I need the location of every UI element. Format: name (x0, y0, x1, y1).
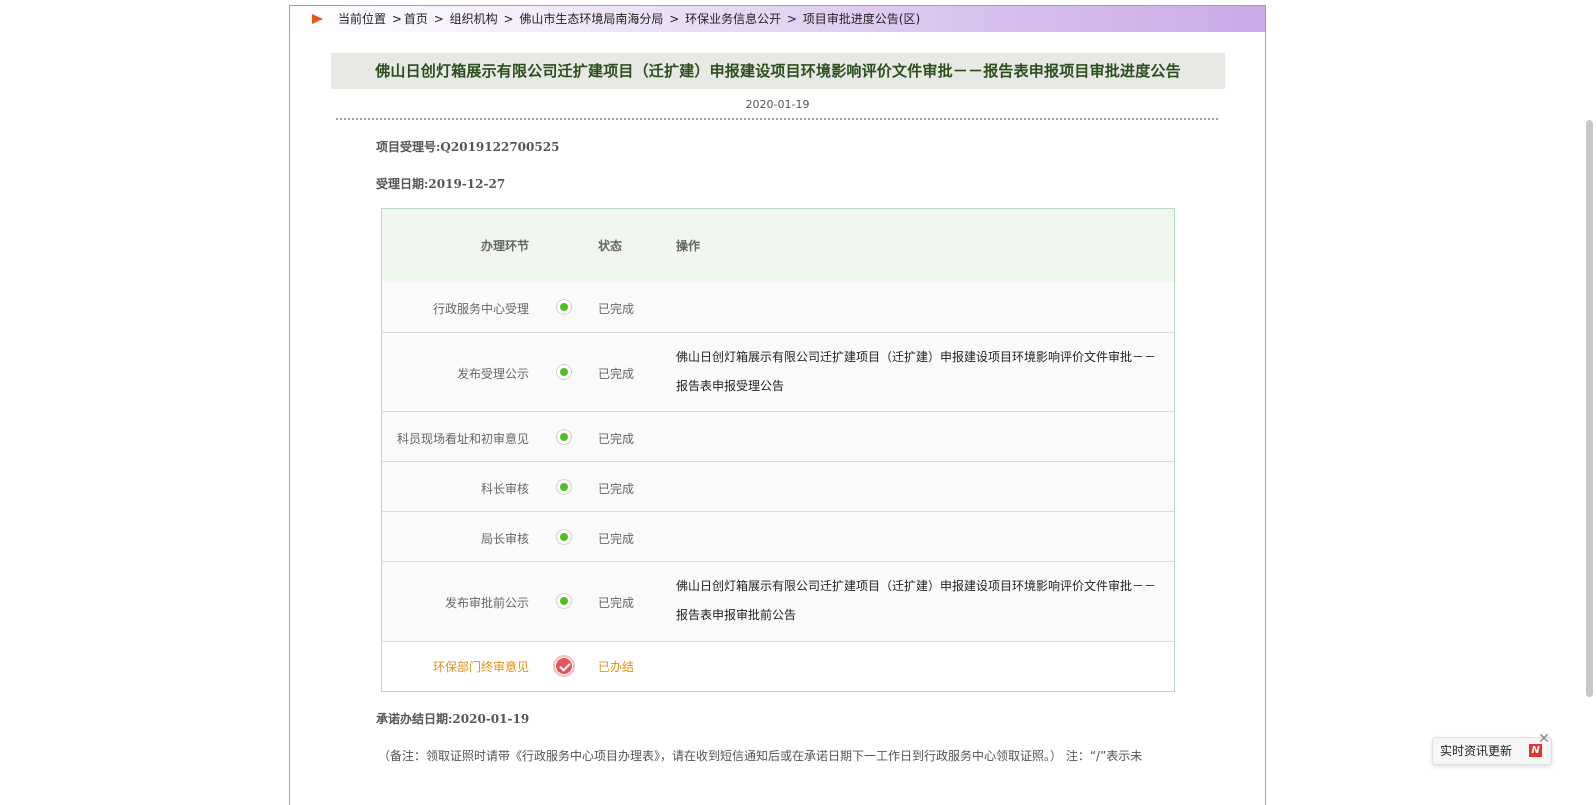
breadcrumb: 当前位置 > 首页 > 组织机构 > 佛山市生态环境局南海分局 > 环保业务信息公… (290, 6, 1265, 32)
table-row: 局长审核 已完成 (382, 512, 1174, 562)
breadcrumb-item-org[interactable]: 组织机构 (450, 12, 498, 26)
row-operation-link[interactable]: 佛山日创灯箱展示有限公司迁扩建项目（迁扩建）申报建设项目环境影响评价文件审批－－… (676, 572, 1166, 630)
table-row: 环保部门终审意见 已办结 (382, 642, 1174, 691)
table-row: 发布受理公示 已完成 佛山日创灯箱展示有限公司迁扩建项目（迁扩建）申报建设项目环… (382, 333, 1174, 412)
row-step: 发布受理公示 (456, 367, 529, 381)
table-row: 行政服务中心受理 已完成 (382, 282, 1174, 333)
row-status: 已完成 (598, 532, 635, 546)
divider (336, 118, 1218, 120)
header-operation: 操作 (676, 239, 701, 253)
step-complete-icon (556, 529, 572, 545)
row-step: 发布审批前公示 (444, 596, 529, 610)
step-complete-icon (556, 593, 572, 609)
header-step: 办理环节 (481, 239, 530, 253)
table-row: 发布审批前公示 已完成 佛山日创灯箱展示有限公司迁扩建项目（迁扩建）申报建设项目… (382, 562, 1174, 642)
row-status: 已完成 (598, 302, 635, 316)
table-row: 科员现场看址和初审意见 已完成 (382, 412, 1174, 462)
row-step: 科长审核 (480, 482, 529, 496)
step-complete-icon (556, 364, 572, 380)
row-status: 已完成 (598, 367, 635, 381)
row-status: 已完成 (598, 432, 635, 446)
commit-date: 承诺办结日期:2020-01-19 (376, 712, 530, 726)
table-row: 科长审核 已完成 (382, 462, 1174, 512)
row-status: 已办结 (598, 660, 635, 674)
table-header: 办理环节 状态 操作 (382, 209, 1174, 283)
footnote: （备注：领取证照时请带《行政服务中心项目办理表》，请在收到短信通知后或在承诺日期… (378, 749, 1143, 763)
breadcrumb-item-progress[interactable]: 项目审批进度公告(区) (803, 12, 920, 26)
row-step: 局长审核 (480, 532, 529, 546)
row-step: 行政服务中心受理 (432, 302, 529, 316)
location-arrow-icon (312, 14, 323, 24)
breadcrumb-item-home[interactable]: 首页 (404, 12, 428, 26)
row-status: 已完成 (598, 482, 635, 496)
breadcrumb-label: 当前位置 (338, 12, 387, 26)
step-complete-icon (556, 299, 572, 315)
progress-table: 办理环节 状态 操作 行政服务中心受理 已完成 发布受理公示 已完成 佛山日创灯… (381, 208, 1175, 692)
row-step: 科员现场看址和初审意见 (396, 432, 529, 446)
header-status: 状态 (598, 239, 623, 253)
news-update-widget[interactable]: 实时资讯更新 N (1432, 737, 1552, 765)
breadcrumb-item-bureau[interactable]: 佛山市生态环境局南海分局 (519, 12, 663, 26)
content-frame: 当前位置 > 首页 > 组织机构 > 佛山市生态环境局南海分局 > 环保业务信息公… (289, 5, 1266, 805)
close-icon[interactable]: ✕ (1538, 732, 1550, 746)
accept-date: 受理日期:2019-12-27 (376, 177, 506, 191)
step-complete-icon (556, 429, 572, 445)
news-widget-label: 实时资讯更新 (1440, 744, 1513, 758)
publish-date: 2020-01-19 (745, 98, 810, 111)
project-number: 项目受理号:Q2019122700525 (376, 140, 560, 154)
row-status: 已完成 (598, 596, 635, 610)
scrollbar-thumb[interactable] (1586, 120, 1593, 697)
article-title: 佛山日创灯箱展示有限公司迁扩建项目（迁扩建）申报建设项目环境影响评价文件审批－－… (331, 53, 1225, 89)
breadcrumb-item-info[interactable]: 环保业务信息公开 (685, 12, 781, 26)
row-operation-link[interactable]: 佛山日创灯箱展示有限公司迁扩建项目（迁扩建）申报建设项目环境影响评价文件审批－－… (676, 343, 1166, 401)
step-complete-icon (556, 479, 572, 495)
row-step: 环保部门终审意见 (432, 660, 529, 674)
